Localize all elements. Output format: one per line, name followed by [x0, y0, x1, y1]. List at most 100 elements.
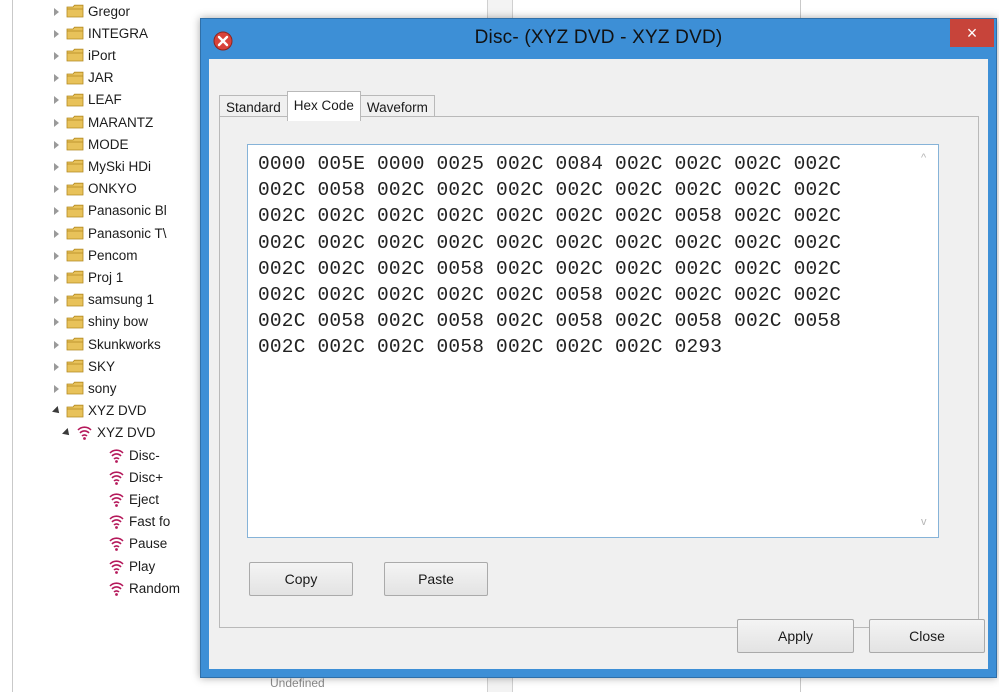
- tree-item-label: iPort: [88, 47, 116, 63]
- tree-item-folder[interactable]: JAR: [52, 67, 114, 89]
- tree-item-command[interactable]: Disc-: [108, 444, 160, 466]
- tree-item-command[interactable]: Disc+: [108, 466, 163, 488]
- tree-item-label: Play: [129, 558, 156, 574]
- collapsed-arrow-icon[interactable]: [52, 229, 61, 238]
- tree-item-label: shiny bow: [88, 314, 149, 330]
- collapsed-arrow-icon[interactable]: [52, 340, 61, 349]
- tree-item-folder[interactable]: MODE: [52, 133, 129, 155]
- collapsed-arrow-icon[interactable]: [52, 295, 61, 305]
- collapsed-arrow-icon[interactable]: [52, 51, 61, 60]
- copy-button[interactable]: Copy: [249, 562, 353, 596]
- tree-item-command[interactable]: Pause: [108, 533, 167, 555]
- paste-button[interactable]: Paste: [384, 562, 488, 596]
- tab-strip: Standard Hex Code Waveform: [219, 91, 435, 121]
- tree-item-folder[interactable]: SKY: [52, 355, 115, 377]
- tree-item-folder[interactable]: Pencom: [52, 244, 138, 266]
- ir-signal-icon: [109, 493, 124, 507]
- collapsed-arrow-icon[interactable]: [52, 162, 61, 171]
- tree-item-command[interactable]: Fast fo: [108, 511, 170, 533]
- tree-item-folder[interactable]: Proj 1: [52, 266, 123, 288]
- folder-icon: [66, 337, 84, 351]
- tree-item-label: Disc+: [129, 469, 164, 485]
- dialog-title: Disc- (XYZ DVD - XYZ DVD): [474, 27, 723, 48]
- folder-icon: [66, 359, 84, 373]
- folder-icon: [66, 137, 84, 151]
- collapsed-arrow-icon[interactable]: [52, 118, 61, 127]
- scroll-down-arrow-icon[interactable]: v: [921, 517, 931, 528]
- folder-icon: [66, 4, 84, 18]
- apply-button[interactable]: Apply: [737, 619, 854, 653]
- hex-code-panel: 0000 005E 0000 0025 002C 0084 002C 002C …: [219, 116, 979, 628]
- tree-item-command[interactable]: Random: [108, 577, 180, 599]
- ir-signal-icon: [109, 448, 124, 463]
- tree-item-device[interactable]: XYZ DVD: [62, 422, 156, 444]
- hex-code-textarea[interactable]: 0000 005E 0000 0025 002C 0084 002C 002C …: [247, 144, 939, 538]
- folder-icon: [66, 226, 84, 240]
- tree-item-folder[interactable]: iPort: [52, 44, 116, 66]
- folder-icon: [66, 115, 84, 129]
- folder-icon: [66, 160, 84, 173]
- dialog-client-area: Standard Hex Code Waveform 0000 005E 000…: [209, 59, 988, 669]
- ir-signal-icon: [109, 559, 124, 574]
- folder-icon: [66, 293, 84, 306]
- tree-item-label: JAR: [88, 70, 114, 86]
- tree-item-label: Eject: [129, 491, 160, 507]
- tree-item-label: samsung 1: [88, 292, 155, 308]
- folder-icon: [66, 182, 84, 195]
- dialog-titlebar[interactable]: Disc- (XYZ DVD - XYZ DVD) ×: [201, 19, 996, 59]
- folder-icon: [66, 315, 84, 329]
- window-close-button[interactable]: ×: [950, 19, 994, 47]
- tree-item-label: Random: [129, 580, 181, 596]
- collapsed-arrow-icon[interactable]: [52, 95, 61, 105]
- tree-item-label: ONKYO: [88, 181, 137, 197]
- tree-item-folder[interactable]: shiny bow: [52, 311, 148, 333]
- expanded-arrow-icon[interactable]: [52, 406, 61, 415]
- tree-item-command[interactable]: Play: [108, 555, 155, 577]
- ir-signal-icon: [109, 582, 124, 596]
- folder-icon: [66, 204, 84, 218]
- tree-item-label: INTEGRA: [88, 25, 149, 41]
- tree-item-folder[interactable]: Gregor: [52, 0, 130, 22]
- tree-item-folder[interactable]: sony: [52, 377, 117, 399]
- collapsed-arrow-icon[interactable]: [52, 362, 61, 371]
- tab-hex-code[interactable]: Hex Code: [286, 91, 361, 121]
- tree-item-folder[interactable]: Skunkworks: [52, 333, 161, 355]
- expanded-arrow-icon[interactable]: [62, 428, 71, 437]
- collapsed-arrow-icon[interactable]: [52, 384, 61, 393]
- tree-item-label: MARANTZ: [88, 114, 154, 130]
- tree-item-folder[interactable]: LEAF: [52, 89, 122, 111]
- tree-item-folder[interactable]: samsung 1: [52, 289, 154, 311]
- tree-item-label: Panasonic T\: [88, 225, 167, 241]
- ir-signal-icon: [109, 471, 124, 485]
- tree-item-folder[interactable]: Panasonic T\: [52, 222, 167, 244]
- folder-icon: [66, 271, 84, 284]
- collapsed-arrow-icon[interactable]: [52, 251, 61, 260]
- tree-item-label: Gregor: [88, 3, 131, 19]
- tree-item-command[interactable]: Eject: [108, 488, 159, 510]
- tree-item-folder[interactable]: Panasonic Bl: [52, 200, 167, 222]
- folder-icon: [66, 26, 84, 40]
- scroll-up-arrow-icon[interactable]: ^: [921, 153, 931, 164]
- close-button[interactable]: Close: [869, 619, 985, 653]
- collapsed-arrow-icon[interactable]: [52, 317, 61, 327]
- folder-icon: [66, 93, 84, 107]
- tree-item-folder[interactable]: MARANTZ: [52, 111, 153, 133]
- tree-item-label: MODE: [88, 136, 129, 152]
- collapsed-arrow-icon[interactable]: [52, 29, 61, 38]
- collapsed-arrow-icon[interactable]: [52, 206, 61, 216]
- tree-item-label: Pencom: [88, 247, 138, 263]
- collapsed-arrow-icon[interactable]: [52, 140, 61, 149]
- collapsed-arrow-icon[interactable]: [52, 73, 61, 83]
- collapsed-arrow-icon[interactable]: [52, 273, 61, 282]
- folder-icon: [66, 382, 84, 395]
- folder-icon: [66, 49, 84, 62]
- tree-item-folder[interactable]: XYZ DVD: [52, 400, 147, 422]
- tree-item-label: sony: [88, 380, 117, 396]
- collapsed-arrow-icon[interactable]: [52, 184, 61, 194]
- hex-code-text[interactable]: 0000 005E 0000 0025 002C 0084 002C 002C …: [258, 151, 878, 361]
- folder-icon: [66, 248, 84, 262]
- tree-item-folder[interactable]: MySki HDi: [52, 155, 151, 177]
- tree-item-folder[interactable]: ONKYO: [52, 178, 137, 200]
- collapsed-arrow-icon[interactable]: [52, 7, 61, 16]
- tree-item-folder[interactable]: INTEGRA: [52, 22, 148, 44]
